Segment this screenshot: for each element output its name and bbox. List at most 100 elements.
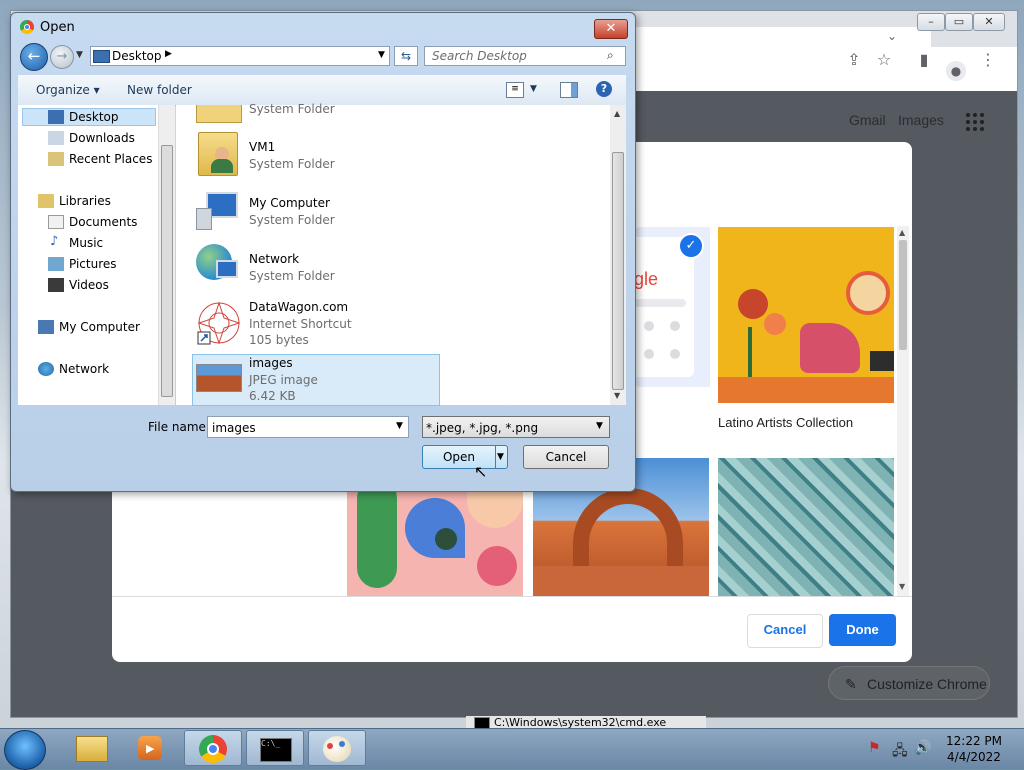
file-name-value: images [212, 421, 256, 435]
search-icon[interactable]: ⌕ [607, 48, 614, 63]
chrome-logo-icon [20, 20, 34, 34]
bookmark-star-icon[interactable]: ☆ [874, 50, 894, 70]
cmd-taskbar-icon[interactable]: C:\_ [246, 730, 304, 766]
tile-architecture[interactable] [718, 458, 894, 596]
close-button[interactable]: ✕ [973, 13, 1005, 31]
file-item-vm1[interactable]: VM1 [249, 140, 275, 154]
file-item-sub: System Folder [249, 102, 335, 116]
menu-kebab-icon[interactable]: ⋮ [978, 50, 998, 70]
file-item-images-size: 6.42 KB [249, 389, 296, 403]
dialog-title: Open [40, 20, 75, 35]
paint-taskbar-icon[interactable] [308, 730, 366, 766]
tab-search-icon[interactable]: ⌄ [887, 29, 897, 43]
music-icon: ♪ [50, 234, 59, 249]
change-view-icon[interactable]: ≡ [506, 82, 524, 98]
file-item-images[interactable]: images [249, 356, 293, 370]
clock-time: 12:22 PM [946, 734, 1002, 748]
organize-label: Organize [36, 83, 90, 97]
file-item-datawagon-type: Internet Shortcut [249, 317, 352, 331]
search-placeholder: Search Desktop [432, 49, 527, 63]
modal-cancel-button[interactable]: Cancel [747, 614, 823, 648]
modal-scrollbar[interactable]: ▲ ▼ [897, 226, 909, 596]
open-split-chevron-icon[interactable]: ▼ [497, 446, 504, 468]
action-center-flag-icon[interactable]: ⚑ [868, 740, 881, 756]
nav-item-recent-places[interactable]: Recent Places [69, 152, 152, 166]
file-item-my-computer-sub: System Folder [249, 213, 335, 227]
internet-shortcut-icon [196, 300, 242, 346]
jpeg-thumbnail-icon [196, 364, 242, 392]
computer-icon [38, 320, 54, 334]
profile-avatar-icon[interactable]: ● [946, 61, 966, 81]
nav-item-libraries[interactable]: Libraries [59, 194, 111, 208]
side-panel-icon[interactable]: ▮ [914, 50, 934, 70]
share-icon[interactable]: ⇪ [844, 50, 864, 70]
desktop-location-icon [93, 50, 110, 63]
file-item-vm1-sub: System Folder [249, 157, 335, 171]
dialog-cancel-button[interactable]: Cancel [523, 445, 609, 469]
libraries-icon [38, 194, 54, 208]
new-folder-button[interactable]: New folder [127, 83, 192, 97]
nav-item-downloads[interactable]: Downloads [69, 131, 135, 145]
preview-pane-icon[interactable] [560, 82, 578, 98]
file-item-network[interactable]: Network [249, 252, 299, 266]
nav-item-network[interactable]: Network [59, 362, 109, 376]
organize-menu[interactable]: Organize ▾ [36, 83, 100, 97]
pencil-icon: ✎ [845, 676, 857, 692]
nav-item-pictures[interactable]: Pictures [69, 257, 117, 271]
file-name-dropdown-icon[interactable]: ▼ [396, 421, 403, 431]
gmail-link[interactable]: Gmail [849, 112, 886, 128]
modal-divider [112, 596, 912, 597]
breadcrumb-arrow-icon[interactable]: ▶ [165, 49, 172, 59]
file-type-dropdown-icon[interactable]: ▼ [596, 421, 603, 431]
network-tray-icon[interactable]: 🖧 [892, 740, 908, 764]
file-item-datawagon-size: 105 bytes [249, 333, 309, 347]
selected-check-icon: ✓ [678, 233, 704, 259]
chrome-taskbar-icon[interactable] [184, 730, 242, 766]
address-text: Desktop [112, 49, 162, 63]
nav-item-music[interactable]: Music [69, 236, 103, 250]
back-arrow-icon[interactable]: ← [20, 43, 48, 71]
maximize-button[interactable]: ▭ [945, 13, 973, 31]
nav-pane-scrollbar[interactable] [158, 105, 175, 405]
tile-latino-artists-label: Latino Artists Collection [718, 415, 854, 430]
modal-done-button[interactable]: Done [829, 614, 896, 646]
help-icon[interactable]: ? [596, 81, 612, 97]
file-type-value: *.jpeg, *.jpg, *.png [426, 421, 539, 435]
tile-latino-artists[interactable] [718, 227, 894, 403]
google-apps-icon[interactable] [966, 113, 984, 131]
windows-start-icon[interactable] [4, 730, 46, 770]
pictures-icon [48, 257, 64, 271]
my-computer-icon [196, 190, 240, 230]
volume-icon[interactable]: 🔊 [914, 740, 931, 756]
clock-date: 4/4/2022 [947, 750, 1001, 764]
file-item-my-computer[interactable]: My Computer [249, 196, 330, 210]
nav-item-my-computer[interactable]: My Computer [59, 320, 140, 334]
videos-icon [48, 278, 64, 292]
dialog-close-button[interactable]: ✕ [594, 19, 628, 39]
minimize-button[interactable]: – [917, 13, 945, 31]
nav-item-documents[interactable]: Documents [69, 215, 137, 229]
scrollbar-thumb[interactable] [612, 152, 624, 390]
file-item-images-type: JPEG image [249, 373, 318, 387]
address-dropdown-icon[interactable]: ▼ [378, 50, 385, 60]
open-button[interactable]: Open ▼ [422, 445, 508, 469]
desktop-icon [48, 110, 64, 124]
customize-chrome-button[interactable]: ✎ Customize Chrome [828, 666, 990, 700]
navigation-pane [18, 105, 174, 405]
nav-item-desktop[interactable]: Desktop [69, 110, 119, 124]
customize-chrome-label: Customize Chrome [867, 676, 987, 692]
file-item-datawagon[interactable]: DataWagon.com [249, 300, 348, 314]
media-player-taskbar-icon[interactable]: ▶ [122, 730, 180, 766]
view-options-chevron-icon[interactable]: ▼ [530, 84, 537, 94]
nav-item-videos[interactable]: Videos [69, 278, 109, 292]
recent-places-icon [48, 152, 64, 166]
recent-locations-chevron-icon[interactable]: ▼ [76, 50, 83, 60]
taskbar-clock[interactable]: 12:22 PM 4/4/2022 [944, 733, 1004, 765]
forward-arrow-icon[interactable]: → [50, 45, 74, 69]
folder-icon [196, 105, 242, 123]
file-item-network-sub: System Folder [249, 269, 335, 283]
refresh-icon[interactable]: ⇆ [394, 46, 418, 66]
downloads-icon [48, 131, 64, 145]
images-link[interactable]: Images [898, 112, 944, 128]
explorer-taskbar-icon[interactable] [62, 730, 120, 766]
